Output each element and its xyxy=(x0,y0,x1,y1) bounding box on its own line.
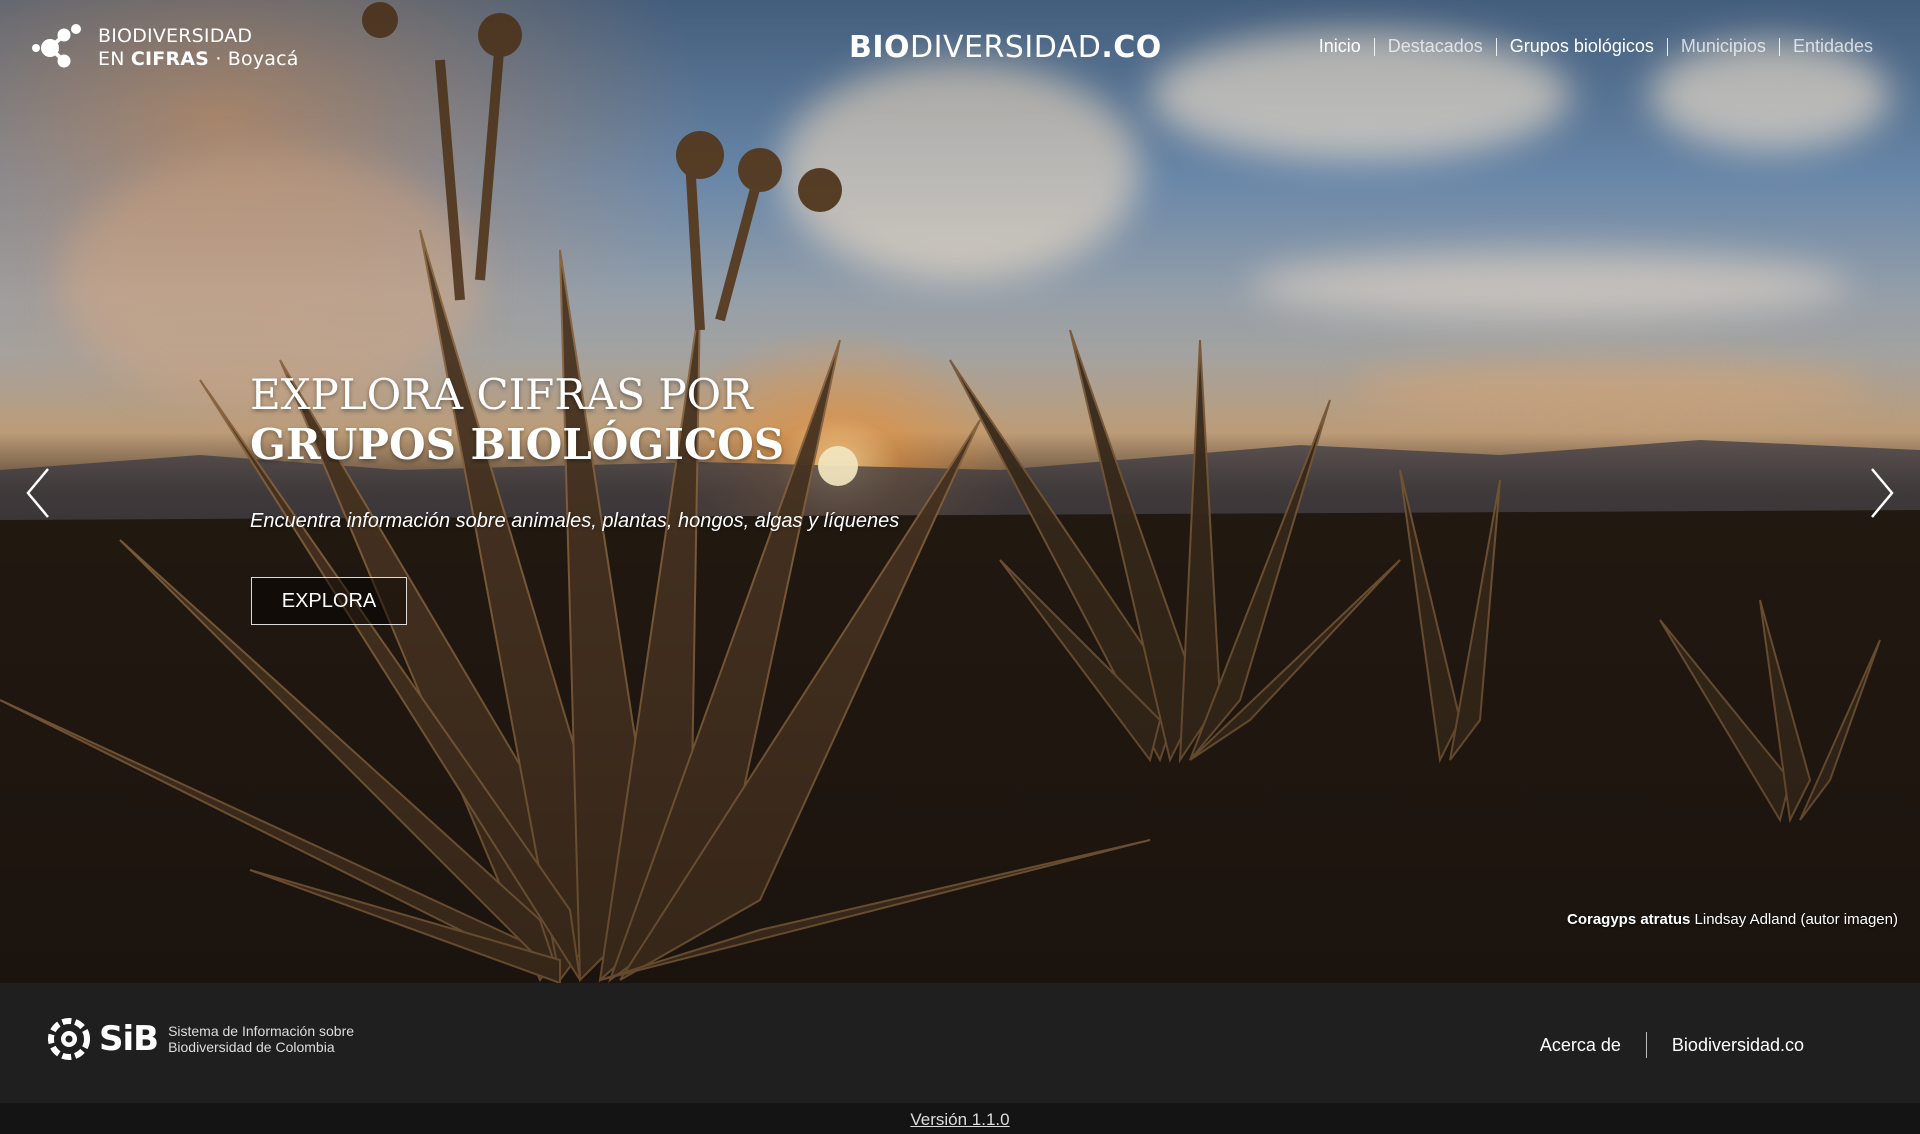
credit-author: Lindsay Adland (autor imagen) xyxy=(1690,911,1898,928)
hero-subtitle: Encuentra información sobre animales, pl… xyxy=(250,510,900,532)
sib-logo[interactable]: SiB Sistema de Información sobre Biodive… xyxy=(45,1014,354,1064)
logo-cifras: CIFRAS xyxy=(130,48,210,70)
credit-species: Coragyps atratus xyxy=(1566,911,1691,928)
sib-description: Sistema de Información sobre Biodiversid… xyxy=(168,1023,354,1055)
chevron-right-icon[interactable] xyxy=(1868,466,1896,520)
sib-desc-line2: Biodiversidad de Colombia xyxy=(168,1039,335,1055)
hero-headline-line1: EXPLORA CIFRAS POR xyxy=(250,370,753,419)
logo-line2: EN CIFRAS · Boyacá xyxy=(98,48,299,71)
logo-text: BIODIVERSIDAD EN CIFRAS · Boyacá xyxy=(98,25,299,71)
brand-bio: BIO xyxy=(849,30,911,65)
nav-item-municipios[interactable]: Municipios xyxy=(1668,36,1779,57)
footer-links: Acerca de Biodiversidad.co xyxy=(1540,1032,1804,1058)
version-info: Versión 1.1.0 xyxy=(0,1110,1920,1130)
chevron-left-icon[interactable] xyxy=(24,466,52,520)
sib-wordmark: SiB xyxy=(99,1019,159,1059)
footer-divider xyxy=(1645,1032,1647,1058)
brand-diversidad: DIVERSIDAD xyxy=(910,30,1102,65)
site-logo[interactable]: BIODIVERSIDAD EN CIFRAS · Boyacá xyxy=(30,21,299,75)
explora-button[interactable]: EXPLORA xyxy=(251,577,407,625)
logo-prefix: EN xyxy=(98,48,131,70)
hero-background-image xyxy=(0,0,1920,983)
nav-item-entidades[interactable]: Entidades xyxy=(1780,36,1886,57)
molecule-dots-icon xyxy=(30,21,84,75)
image-credit: Coragyps atratus Lindsay Adland (autor i… xyxy=(1567,911,1898,928)
nav-item-destacados[interactable]: Destacados xyxy=(1375,36,1496,57)
logo-line1: BIODIVERSIDAD xyxy=(98,25,253,47)
logo-separator: · xyxy=(209,48,228,70)
nav-item-grupos-biologicos[interactable]: Grupos biológicos xyxy=(1497,36,1667,57)
sib-desc-line1: Sistema de Información sobre xyxy=(168,1023,355,1039)
logo-region: Boyacá xyxy=(227,48,299,70)
hero-headline-line2: GRUPOS BIOLÓGICOS xyxy=(250,420,785,469)
footer-link-acerca-de[interactable]: Acerca de xyxy=(1540,1035,1621,1056)
brand-co: .CO xyxy=(1101,30,1162,65)
brand-title[interactable]: BIODIVERSIDAD.CO xyxy=(849,30,1162,65)
sib-gear-icon xyxy=(48,1018,90,1060)
main-nav: Inicio Destacados Grupos biológicos Muni… xyxy=(1306,36,1886,57)
hero-headline: EXPLORA CIFRAS POR GRUPOS BIOLÓGICOS xyxy=(250,370,784,470)
version-link[interactable]: Versión 1.1.0 xyxy=(910,1110,1009,1129)
footer-link-biodiversidad-co[interactable]: Biodiversidad.co xyxy=(1672,1035,1804,1056)
nav-item-inicio[interactable]: Inicio xyxy=(1306,36,1374,57)
